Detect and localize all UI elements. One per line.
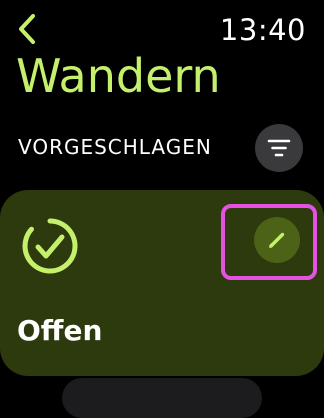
workout-card-open[interactable]: Offen (0, 190, 324, 376)
edit-button[interactable] (254, 217, 300, 263)
next-workout-card[interactable] (62, 378, 262, 418)
pencil-icon (269, 232, 285, 248)
chevron-left-icon (19, 14, 35, 44)
filter-lines-icon (267, 139, 291, 157)
status-time: 13:40 (219, 13, 306, 47)
filter-button[interactable] (255, 124, 303, 172)
card-label: Offen (17, 314, 103, 347)
checkmark-circle-icon (22, 218, 78, 274)
back-button[interactable] (14, 12, 44, 46)
page-title: Wandern (16, 49, 221, 103)
section-header: VORGESCHLAGEN (18, 135, 212, 159)
